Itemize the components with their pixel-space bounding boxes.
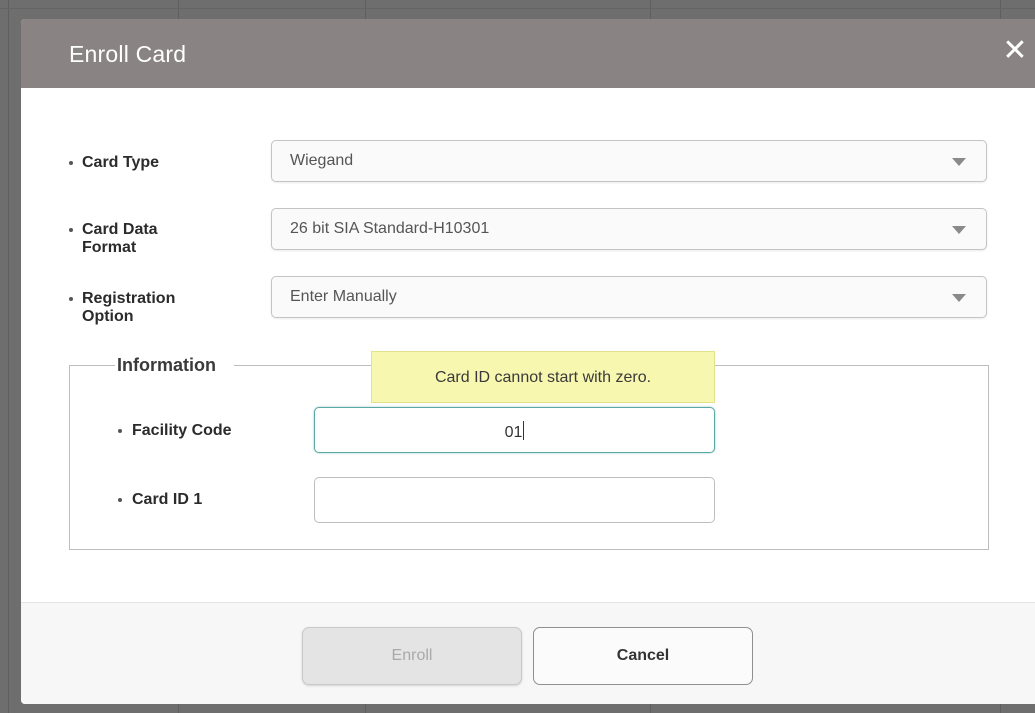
validation-tooltip: Card ID cannot start with zero. bbox=[371, 351, 715, 403]
bullet bbox=[69, 161, 73, 165]
facility-code-value-wrap: 01 bbox=[315, 421, 714, 442]
card-type-label: Card Type bbox=[82, 154, 160, 171]
card-data-format-value: 26 bit SIA Standard-H10301 bbox=[290, 220, 490, 237]
cancel-button[interactable]: Cancel bbox=[533, 627, 753, 685]
card-id-1-label: Card ID 1 bbox=[132, 491, 203, 508]
card-data-format-label-line2: Format bbox=[82, 239, 137, 256]
bullet bbox=[69, 297, 73, 301]
card-type-select[interactable]: Wiegand bbox=[271, 140, 987, 182]
background-grid-line bbox=[8, 0, 9, 713]
registration-option-select[interactable]: Enter Manually bbox=[271, 276, 987, 318]
bullet bbox=[69, 228, 73, 232]
close-icon[interactable]: ✕ bbox=[1001, 35, 1029, 67]
dialog-title: Enroll Card bbox=[69, 41, 187, 67]
enroll-card-dialog: Enroll Card ✕ Card Type Wiegand Card Dat… bbox=[21, 19, 1035, 704]
registration-option-label-line2: Option bbox=[82, 308, 134, 325]
chevron-down-icon bbox=[952, 226, 966, 234]
chevron-down-icon bbox=[952, 158, 966, 166]
card-type-value: Wiegand bbox=[290, 152, 354, 169]
text-cursor bbox=[523, 421, 525, 440]
facility-code-label: Facility Code bbox=[132, 422, 232, 439]
facility-code-input[interactable]: 01 bbox=[314, 407, 715, 453]
dialog-footer bbox=[21, 602, 1035, 704]
dialog-header: Enroll Card ✕ bbox=[21, 19, 1035, 88]
card-data-format-select[interactable]: 26 bit SIA Standard-H10301 bbox=[271, 208, 987, 250]
bullet bbox=[118, 498, 122, 502]
card-id-1-input[interactable] bbox=[314, 477, 715, 523]
registration-option-value: Enter Manually bbox=[290, 288, 397, 305]
facility-code-value: 01 bbox=[504, 424, 523, 441]
card-data-format-label: Card Data Format bbox=[82, 221, 158, 257]
registration-option-label-line1: Registration bbox=[82, 290, 176, 307]
card-data-format-label-line1: Card Data bbox=[82, 221, 158, 238]
enroll-button[interactable]: Enroll bbox=[302, 627, 522, 685]
chevron-down-icon bbox=[952, 294, 966, 302]
background-grid-line bbox=[0, 8, 1035, 9]
registration-option-label: Registration Option bbox=[82, 290, 175, 326]
information-legend: Information bbox=[115, 355, 234, 376]
bullet bbox=[118, 429, 122, 433]
